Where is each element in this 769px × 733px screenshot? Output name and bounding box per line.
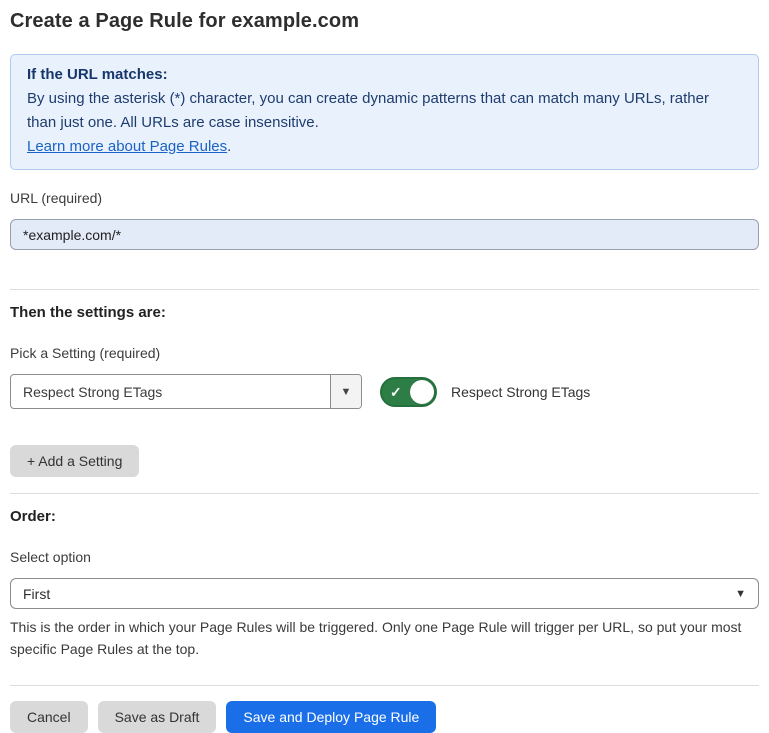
- setting-select[interactable]: Respect Strong ETags ▼: [10, 374, 362, 409]
- page-title: Create a Page Rule for example.com: [10, 10, 759, 33]
- section-divider: [10, 493, 759, 494]
- setting-select-value: Respect Strong ETags: [11, 375, 330, 408]
- checkmark-icon: ✓: [390, 385, 402, 399]
- setting-row: Respect Strong ETags ▼ ✓ Respect Strong …: [10, 374, 759, 409]
- setting-select-arrow-segment[interactable]: ▼: [330, 375, 361, 408]
- settings-section-heading: Then the settings are:: [10, 304, 759, 321]
- pick-setting-label: Pick a Setting (required): [10, 345, 759, 361]
- info-box-heading: If the URL matches:: [27, 63, 742, 87]
- info-box-body: By using the asterisk (*) character, you…: [27, 87, 742, 135]
- toggle-group: ✓ Respect Strong ETags: [380, 377, 590, 407]
- learn-more-link[interactable]: Learn more about Page Rules: [27, 138, 227, 155]
- order-select-label: Select option: [10, 549, 759, 565]
- url-field-label: URL (required): [10, 190, 759, 206]
- url-input[interactable]: [10, 219, 759, 250]
- save-as-draft-button[interactable]: Save as Draft: [98, 701, 217, 733]
- toggle-knob: [410, 380, 434, 404]
- order-select-value: First: [23, 586, 50, 602]
- link-suffix: .: [227, 138, 231, 155]
- footer-actions: Cancel Save as Draft Save and Deploy Pag…: [10, 701, 759, 733]
- order-section-heading: Order:: [10, 508, 759, 525]
- footer-divider: [10, 685, 759, 686]
- url-match-info-box: If the URL matches: By using the asteris…: [10, 54, 759, 170]
- save-and-deploy-button[interactable]: Save and Deploy Page Rule: [226, 701, 436, 733]
- add-setting-button[interactable]: + Add a Setting: [10, 445, 139, 477]
- respect-strong-etags-toggle[interactable]: ✓: [380, 377, 437, 407]
- toggle-label: Respect Strong ETags: [451, 384, 590, 400]
- order-select[interactable]: First ▼: [10, 578, 759, 609]
- section-divider: [10, 289, 759, 290]
- info-box-link-line: Learn more about Page Rules.: [27, 135, 742, 159]
- chevron-down-icon: ▼: [341, 386, 352, 398]
- cancel-button[interactable]: Cancel: [10, 701, 88, 733]
- chevron-down-icon: ▼: [735, 588, 746, 600]
- order-help-text: This is the order in which your Page Rul…: [10, 616, 759, 660]
